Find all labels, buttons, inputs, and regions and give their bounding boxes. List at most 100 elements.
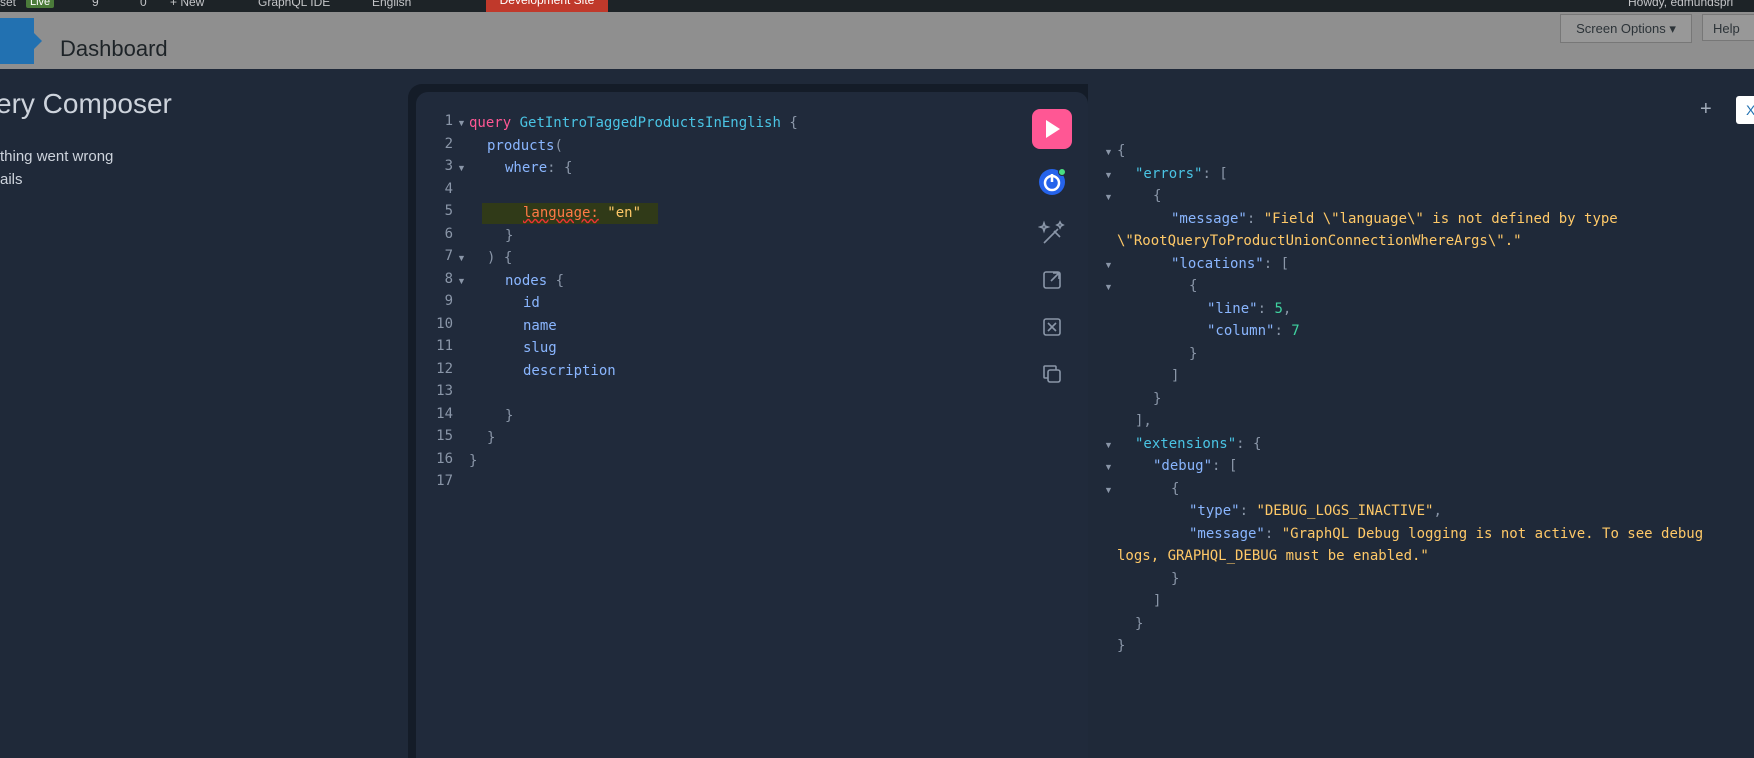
result-line: "message": "Field \"language\" is not de… [1171, 211, 1618, 227]
result-line: "message": "GraphQL Debug logging is not… [1189, 526, 1704, 542]
fold-arrow-icon[interactable]: ▼ [1104, 462, 1113, 472]
result-line: { [1153, 188, 1162, 204]
debug-message-text-cont: logs, GRAPHQL_DEBUG must be enabled." [1117, 548, 1429, 564]
field-nodes: nodes [505, 273, 548, 289]
result-line: } [1189, 346, 1198, 362]
line-number: 5 [444, 203, 453, 219]
error-message-text: "Field \"language\" is not defined by ty… [1263, 211, 1618, 227]
graphql-ide-link[interactable]: GraphQL IDE [258, 0, 330, 9]
column-key: "column" [1207, 323, 1275, 339]
prettify-icon[interactable] [1037, 219, 1066, 247]
code-line-14: } [505, 408, 514, 424]
result-line: } [1135, 616, 1144, 632]
fold-arrow-icon[interactable]: ▼ [1104, 282, 1113, 292]
line-number: 6 [444, 226, 453, 242]
line-value: 5 [1274, 301, 1283, 317]
fold-arrow-icon[interactable]: ▼ [1104, 192, 1113, 202]
line-key: "line" [1207, 301, 1258, 317]
result-line: "debug": [ [1153, 458, 1238, 474]
result-line: { [1189, 278, 1198, 294]
fold-arrow-icon[interactable]: ▼ [1104, 440, 1113, 450]
fold-arrow-icon[interactable]: ▼ [457, 163, 466, 173]
merge-fragments-icon[interactable] [1038, 313, 1066, 341]
add-tab-button[interactable]: + [1700, 98, 1712, 121]
line-number: 2 [444, 136, 453, 152]
result-line: "type": "DEBUG_LOGS_INACTIVE", [1189, 503, 1442, 519]
line-number: 1 [444, 113, 453, 129]
line-number: 12 [436, 361, 453, 377]
line-number: 15 [436, 428, 453, 444]
fold-arrow-icon[interactable]: ▼ [1104, 170, 1113, 180]
result-line: } [1117, 638, 1126, 654]
arg-language: language: [523, 205, 599, 221]
merge-icon[interactable] [1038, 266, 1066, 294]
locations-key: "locations" [1171, 256, 1264, 272]
query-keyword: query [469, 115, 512, 131]
result-line: "extensions": { [1135, 436, 1262, 452]
result-line: ] [1153, 593, 1162, 609]
query-composer-panel [0, 69, 408, 758]
line-number: 16 [436, 451, 453, 467]
error-message: thing went wrong [0, 148, 114, 165]
account-greeting[interactable]: Howdy, edmundspri [1628, 0, 1733, 9]
query-composer-title: ery Composer [0, 88, 172, 119]
fold-arrow-icon[interactable]: ▼ [457, 253, 466, 263]
line-number: 13 [436, 383, 453, 399]
code-line-2: products( [487, 138, 563, 154]
new-content-link[interactable]: + New [170, 0, 204, 9]
active-menu-indicator [0, 18, 42, 64]
admin-bar: set Live 9 0 + New GraphQL IDE English D… [0, 0, 1754, 12]
result-line: { [1117, 143, 1126, 159]
debug-message-key: "message" [1189, 526, 1265, 542]
fold-arrow-icon[interactable]: ▼ [457, 118, 466, 128]
line-number: 10 [436, 316, 453, 332]
copy-icon[interactable] [1038, 360, 1066, 388]
error-details: ails [0, 171, 23, 188]
code-line-16: } [469, 453, 478, 469]
line-number: 8 [444, 271, 453, 287]
fold-arrow-icon[interactable]: ▼ [457, 276, 466, 286]
language-switcher[interactable]: English [372, 0, 411, 9]
comments-count[interactable]: 0 [140, 0, 147, 9]
error-message-text-cont: \"RootQueryToProductUnionConnectionWhere… [1117, 233, 1522, 249]
result-line: { [1171, 481, 1180, 497]
line-number: 3 [444, 158, 453, 174]
errors-key: "errors" [1135, 166, 1203, 182]
line-number: 7 [444, 248, 453, 264]
field-id: id [523, 295, 540, 311]
result-line: ] [1171, 368, 1180, 384]
modal-overlay [0, 12, 1754, 69]
query-editor[interactable] [416, 92, 1088, 758]
updates-count[interactable]: 9 [92, 0, 99, 9]
help-button[interactable]: Help [1702, 14, 1754, 41]
code-line-15: } [487, 430, 496, 446]
type-value: "DEBUG_LOGS_INACTIVE" [1256, 503, 1434, 519]
result-line: "column": 7 [1207, 323, 1300, 339]
fold-arrow-icon[interactable]: ▼ [1104, 147, 1113, 157]
fold-arrow-icon[interactable]: ▼ [1104, 260, 1113, 270]
development-site-badge[interactable]: Development Site [486, 0, 608, 12]
operation-name: GetIntroTaggedProductsInEnglish [519, 115, 781, 131]
debug-message-text: "GraphQL Debug logging is not active. To… [1281, 526, 1704, 542]
column-value: 7 [1291, 323, 1300, 339]
line-number: 9 [444, 293, 453, 309]
line-number: 17 [436, 473, 453, 489]
line-number: 4 [444, 181, 453, 197]
result-line: "line": 5, [1207, 301, 1292, 317]
fold-arrow-icon[interactable]: ▼ [1104, 485, 1113, 495]
close-button[interactable]: X [1736, 96, 1754, 124]
line-number: 11 [436, 338, 453, 354]
code-line-5: language: "en" [523, 202, 641, 225]
admin-bar-item[interactable]: set [0, 0, 16, 9]
field-name: name [523, 318, 557, 334]
code-line-8: nodes { [505, 273, 565, 289]
type-key: "type" [1189, 503, 1240, 519]
run-query-button[interactable]: play-icon [1032, 109, 1072, 149]
power-icon[interactable] [1038, 168, 1066, 196]
screen-options-button[interactable]: Screen Options ▾ [1560, 14, 1692, 43]
code-line-6: } [505, 228, 514, 244]
page-title: Dashboard [60, 36, 168, 61]
live-badge: Live [26, 0, 55, 8]
debug-key: "debug" [1153, 458, 1213, 474]
result-line: "errors": [ [1135, 166, 1228, 182]
